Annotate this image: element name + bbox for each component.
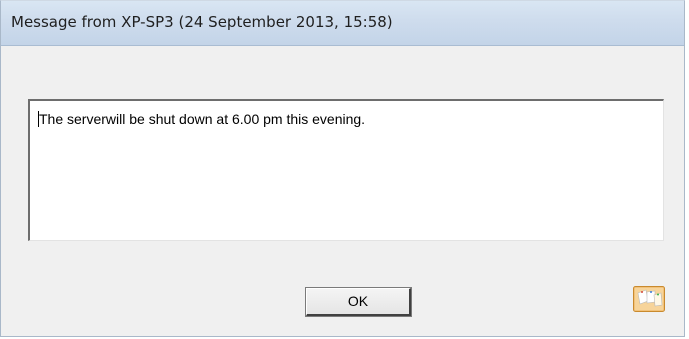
message-text-area[interactable]: The serverwill be shut down at 6.00 pm t…: [28, 99, 664, 241]
message-text: The serverwill be shut down at 6.00 pm t…: [38, 111, 365, 127]
ok-button[interactable]: OK: [305, 287, 412, 317]
window-title: Message from XP-SP3 (24 September 2013, …: [11, 13, 393, 31]
message-body: The serverwill be shut down at 6.00 pm t…: [39, 111, 366, 127]
messenger-note-icon: [633, 286, 665, 312]
title-bar[interactable]: Message from XP-SP3 (24 September 2013, …: [1, 1, 684, 46]
message-dialog: Message from XP-SP3 (24 September 2013, …: [0, 0, 685, 337]
